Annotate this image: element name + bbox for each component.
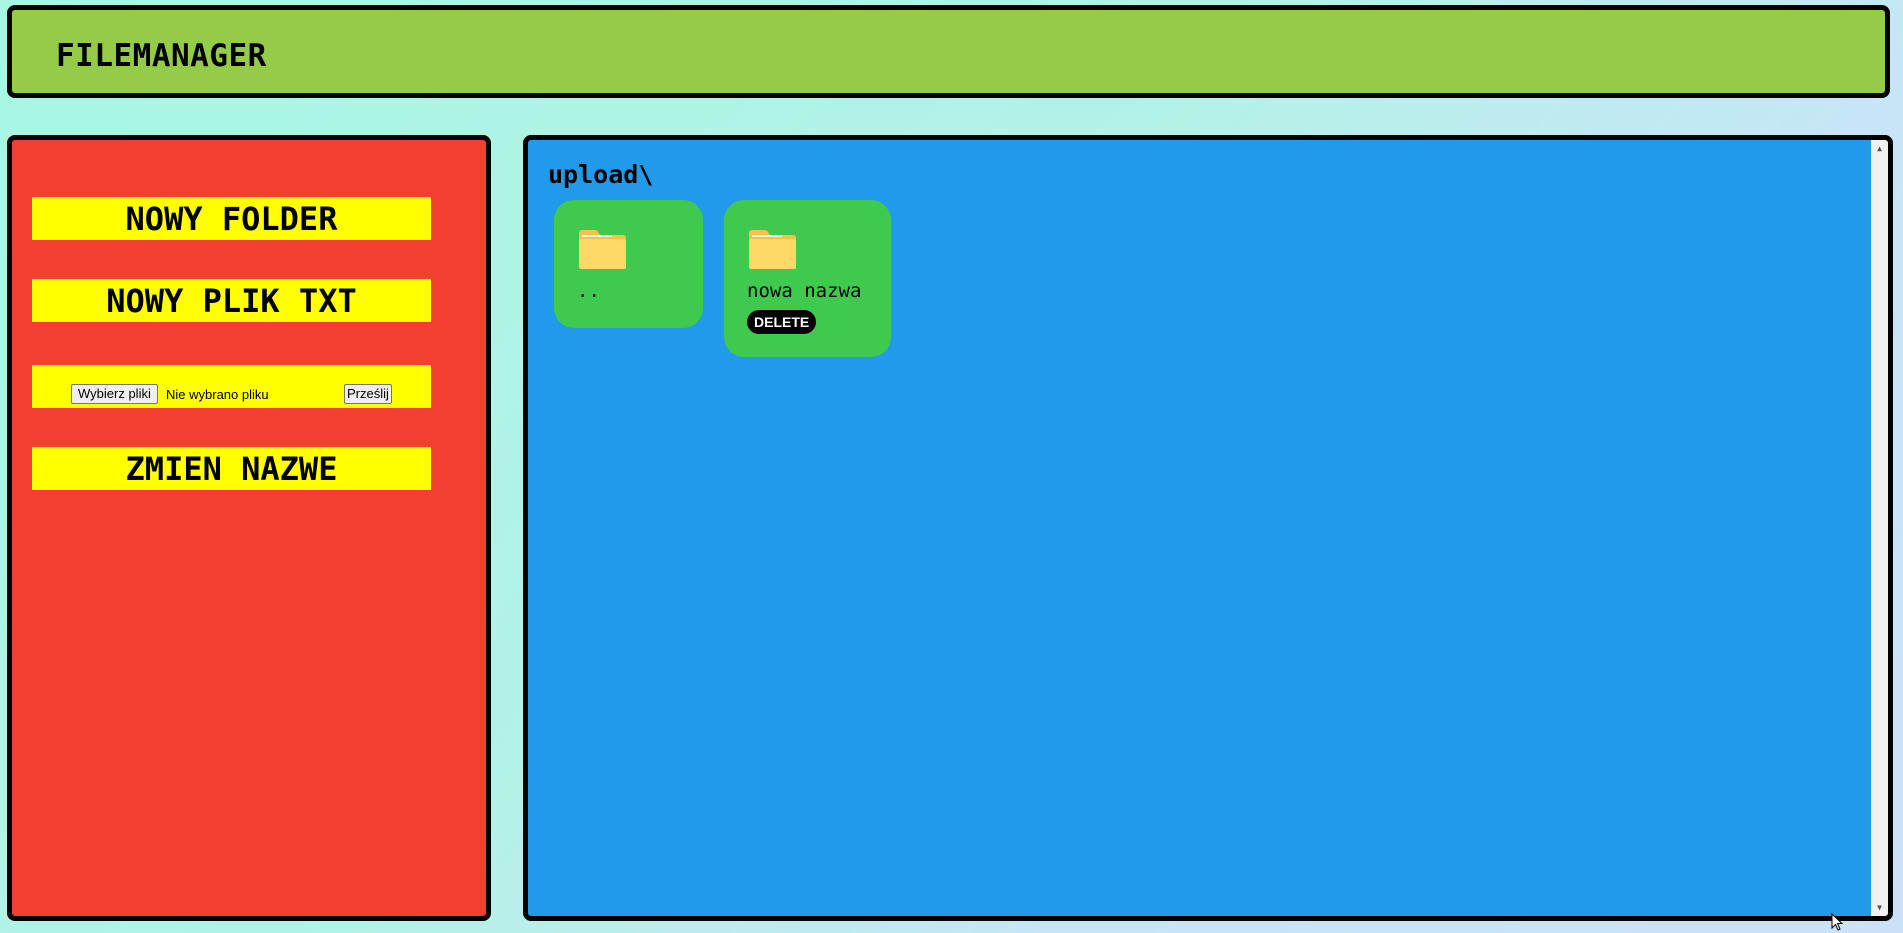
scroll-up-icon[interactable]: ▲: [1871, 140, 1888, 157]
scroll-down-icon[interactable]: ▼: [1871, 899, 1888, 916]
folder-icon: [749, 230, 796, 269]
choose-files-button[interactable]: Wybierz pliki: [71, 384, 158, 404]
folder-name: ..: [577, 280, 600, 302]
sidebar: NOWY FOLDER NOWY PLIK TXT Wybierz pliki …: [7, 135, 491, 921]
upload-submit-button[interactable]: Prześlij: [344, 384, 392, 404]
rename-button[interactable]: ZMIEN NAZWE: [32, 447, 431, 490]
app-title: FILEMANAGER: [56, 38, 267, 74]
upload-form: Wybierz pliki Nie wybrano pliku Prześlij: [32, 365, 431, 408]
mouse-cursor-icon: [1831, 913, 1843, 931]
folder-name: nowa nazwa: [747, 280, 862, 302]
new-txt-file-button[interactable]: NOWY PLIK TXT: [32, 279, 431, 322]
current-path: upload\: [548, 160, 654, 189]
new-folder-button[interactable]: NOWY FOLDER: [32, 197, 431, 240]
app-header: FILEMANAGER: [7, 5, 1890, 98]
folder-tile-parent[interactable]: ..: [554, 200, 703, 328]
folder-tile[interactable]: nowa nazwa DELETE: [724, 200, 891, 357]
folder-icon: [579, 230, 626, 269]
delete-button[interactable]: DELETE: [747, 310, 817, 334]
vertical-scrollbar[interactable]: ▲ ▼: [1871, 140, 1888, 916]
file-status-text: Nie wybrano pliku: [166, 387, 269, 402]
file-browser-panel: upload\ .. nowa nazwa DELETE ▲ ▼: [523, 135, 1893, 921]
